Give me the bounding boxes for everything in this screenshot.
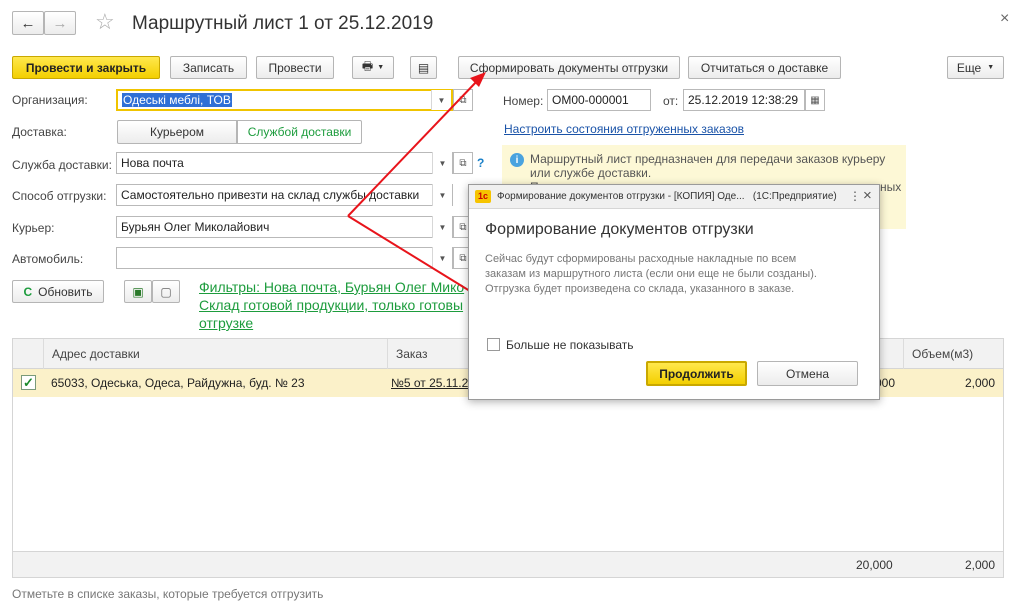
chevron-down-icon: ▼ [377, 64, 385, 71]
ship-method-dropdown-icon[interactable]: ▼ [432, 184, 452, 206]
delivery-service-label: Служба доставки: [12, 158, 112, 172]
delivery-service-dropdown-icon[interactable]: ▼ [432, 152, 452, 174]
printer-icon: 🖶 [361, 59, 374, 73]
check-all-button[interactable]: ▣ [124, 280, 152, 303]
dialog-more-icon[interactable]: ⋮ [849, 189, 861, 203]
form-shipment-docs-button[interactable]: Сформировать документы отгрузки [458, 56, 680, 79]
more-label: Еще [956, 60, 982, 75]
number-label: Номер: [503, 94, 544, 108]
refresh-icon: C [23, 284, 33, 299]
info-text-tail: ных [880, 180, 902, 194]
report-delivery-button[interactable]: Отчитаться о доставке [688, 56, 841, 79]
dialog-body-line-1: Сейчас будут сформированы расходные накл… [485, 253, 797, 265]
organization-open-icon[interactable]: ⧉ [453, 89, 473, 111]
window-title: Маршрутный лист 1 от 25.12.2019 [132, 13, 434, 34]
shipment-docs-dialog: 1с Формирование документов отгрузки - [К… [468, 184, 880, 400]
help-icon[interactable]: ? [477, 156, 484, 170]
courier-dropdown-icon[interactable]: ▼ [432, 216, 452, 238]
filters-link-line-2[interactable]: Склад готовой продукции, только готовы [199, 297, 463, 313]
footer-total-left: 20,000 [856, 558, 893, 572]
info-icon: i [510, 153, 524, 167]
date-field[interactable]: 25.12.2019 12:38:29 [683, 89, 805, 111]
cancel-button[interactable]: Отмена [757, 361, 858, 386]
car-field[interactable] [116, 247, 453, 269]
check-all-icon: ▣ [132, 284, 144, 299]
row-volume: 2,000 [964, 376, 995, 390]
filters-link-line-3[interactable]: отгрузке [199, 315, 253, 331]
organization-field[interactable]: Одеські меблі, ТОВ [116, 89, 453, 111]
column-header-order[interactable]: Заказ [387, 339, 477, 369]
calendar-icon[interactable]: ▦ [805, 89, 825, 111]
organization-value: Одеські меблі, ТОВ [122, 93, 232, 107]
uncheck-all-button[interactable]: ▢ [152, 280, 180, 303]
delivery-courier-button[interactable]: Курьером [117, 120, 237, 144]
date-label: от: [663, 94, 679, 108]
column-header-address[interactable]: Адрес доставки [43, 339, 387, 369]
footer-total-right: 2,000 [964, 558, 995, 572]
courier-field[interactable]: Бурьян Олег Миколайович [116, 216, 453, 238]
onec-app-icon: 1с [475, 190, 491, 203]
forward-button[interactable]: → [44, 11, 76, 35]
car-dropdown-icon[interactable]: ▼ [432, 247, 452, 269]
courier-label: Курьер: [12, 221, 55, 235]
favorite-star-icon[interactable]: ☆ [95, 9, 115, 35]
dialog-body-line-3: Отгрузка будет произведена со склада, ук… [485, 283, 795, 295]
back-arrow-icon: ← [20, 14, 36, 32]
chevron-down-icon: ▼ [987, 64, 995, 71]
dialog-window-title: Формирование документов отгрузки - [КОПИ… [497, 191, 837, 202]
delivery-service-button[interactable]: Службой доставки [237, 120, 362, 144]
info-text-2: или службе доставки. [530, 166, 652, 180]
organization-dropdown-icon[interactable]: ▼ [431, 90, 451, 110]
number-field[interactable]: ОМ00-000001 [547, 89, 651, 111]
document-button[interactable]: ▤ [410, 56, 437, 79]
info-text-1: Маршрутный лист предназначен для передач… [530, 152, 886, 166]
dialog-close-icon[interactable]: × [863, 187, 872, 204]
row-order-link[interactable]: №5 от 25.11.2 [391, 376, 468, 390]
post-and-close-button[interactable]: Провести и закрыть [12, 56, 160, 79]
dialog-body-line-2: заказам из маршрутного листа (если они е… [485, 268, 817, 280]
uncheck-all-icon: ▢ [160, 284, 172, 299]
dialog-heading: Формирование документов отгрузки [485, 221, 754, 238]
table-footer: 20,000 2,000 [13, 551, 1003, 577]
delivery-label: Доставка: [12, 125, 67, 139]
ship-method-label: Способ отгрузки: [12, 189, 107, 203]
close-form-icon[interactable]: × [1000, 10, 1009, 28]
dialog-titlebar: 1с Формирование документов отгрузки - [К… [469, 185, 879, 209]
organization-label: Организация: [12, 93, 88, 107]
forward-arrow-icon: → [52, 14, 68, 32]
more-button[interactable]: Еще ▼ [947, 56, 1004, 79]
car-label: Автомобиль: [12, 252, 84, 266]
filters-link-line-1[interactable]: Фильтры: Нова почта, Бурьян Олег Мико [199, 279, 464, 295]
document-icon: ▤ [417, 60, 430, 75]
dont-show-label[interactable]: Больше не показывать [506, 338, 634, 352]
delivery-service-field[interactable]: Нова почта [116, 152, 453, 174]
refresh-button[interactable]: C Обновить [12, 280, 104, 303]
print-button[interactable]: 🖶 ▼ [352, 56, 394, 79]
post-button[interactable]: Провести [256, 56, 334, 79]
row-checkbox[interactable]: ✓ [21, 375, 36, 390]
status-hint: Отметьте в списке заказы, которые требуе… [12, 587, 324, 601]
configure-states-link[interactable]: Настроить состояния отгруженных заказов [504, 122, 744, 136]
back-button[interactable]: ← [12, 11, 44, 35]
ship-method-field[interactable]: Самостоятельно привезти на склад службы … [116, 184, 453, 206]
delivery-service-open-icon[interactable]: ⧉ [453, 152, 473, 174]
column-header-volume[interactable]: Объем(м3) [903, 339, 1003, 369]
dont-show-checkbox[interactable] [487, 338, 500, 351]
save-button[interactable]: Записать [170, 56, 247, 79]
row-address: 65033, Одеська, Одеса, Райдужна, буд. № … [51, 376, 305, 390]
continue-button[interactable]: Продолжить [646, 361, 747, 386]
refresh-label: Обновить [38, 284, 93, 299]
